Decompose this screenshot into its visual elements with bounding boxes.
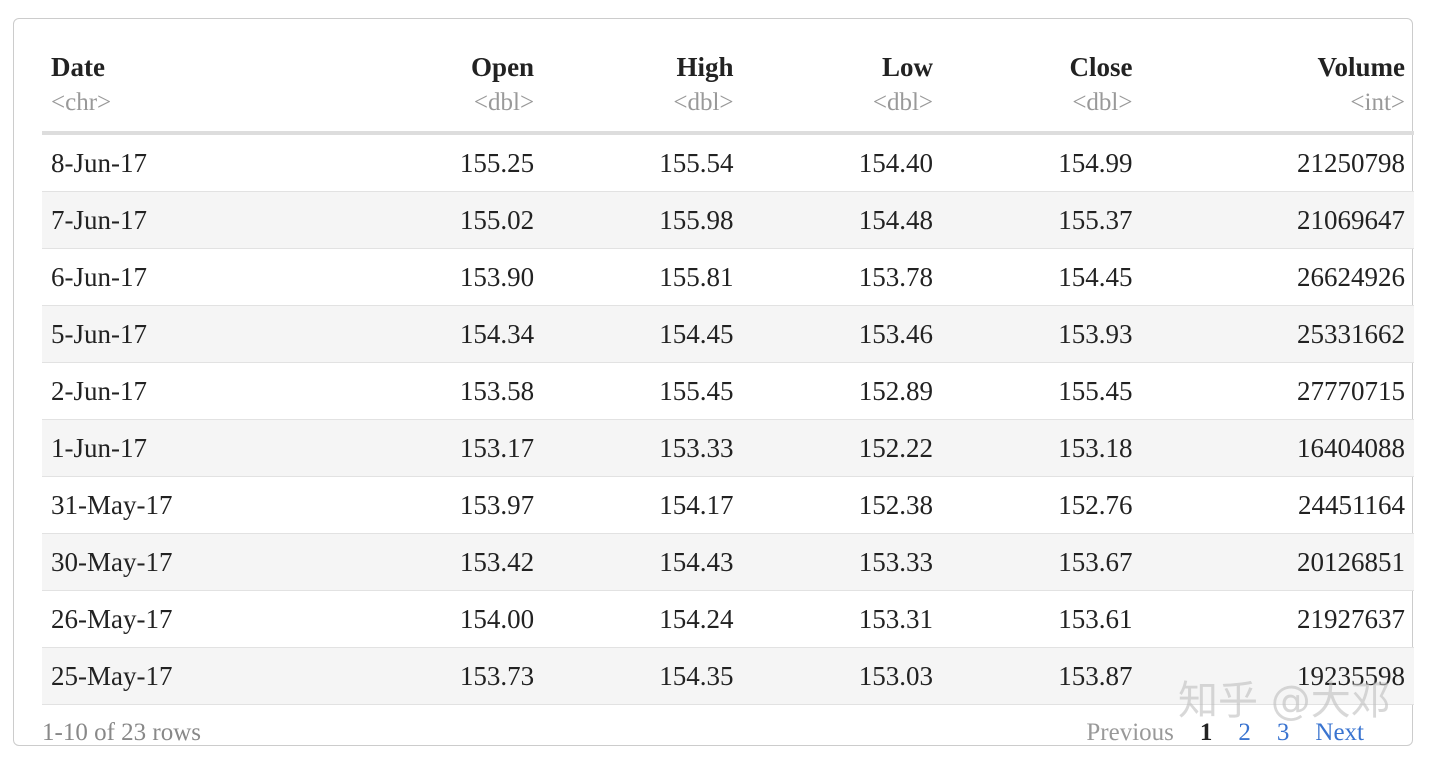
cell-high: 154.35 [543,647,743,705]
cell-low: 153.33 [742,533,943,591]
cell-close: 155.37 [942,191,1142,249]
cell-date: 8-Jun-17 [42,133,344,192]
cell-date: 2-Jun-17 [42,362,344,420]
cell-high: 155.81 [543,248,743,306]
cell-close: 155.45 [942,362,1142,420]
page-2-button[interactable]: 2 [1238,719,1251,747]
column-header-close: Close [1069,52,1133,82]
cell-high: 155.98 [543,191,743,249]
page-1-button[interactable]: 1 [1200,719,1213,747]
cell-date: 31-May-17 [42,476,344,534]
column-header-volume: Volume [1317,52,1405,82]
cell-volume: 20126851 [1141,533,1414,591]
table-row: 8-Jun-17 155.25 155.54 154.40 154.99 21250798 [42,133,1414,192]
cell-date: 5-Jun-17 [42,305,344,363]
cell-low: 153.31 [742,590,943,648]
cell-volume: 19235598 [1141,647,1414,705]
cell-high: 154.45 [543,305,743,363]
table-row: 7-Jun-17 155.02 155.98 154.48 155.37 21069647 [42,191,1414,249]
column-header-low: Low [882,52,934,82]
cell-low: 152.38 [742,476,943,534]
cell-volume: 16404088 [1141,419,1414,477]
cell-open: 155.25 [343,133,544,192]
cell-volume: 21927637 [1141,590,1414,648]
cell-open: 153.97 [343,476,544,534]
cell-high: 155.54 [543,133,743,192]
cell-date: 30-May-17 [42,533,344,591]
table-row: 25-May-17 153.73 154.35 153.03 153.87 1923559… [42,647,1414,705]
column-type-date: <chr> [42,83,344,135]
cell-low: 153.03 [742,647,943,705]
table-row: 31-May-17 153.97 154.17 152.38 152.76 2445116… [42,476,1414,534]
table-row: 5-Jun-17 154.34 154.45 153.46 153.93 25331662 [42,305,1414,363]
column-header-open: Open [471,52,535,82]
cell-close: 153.93 [942,305,1142,363]
cell-open: 153.58 [343,362,544,420]
cell-date: 26-May-17 [42,590,344,648]
previous-button[interactable]: Previous [1086,719,1174,747]
rows-info: 1-10 of 23 rows [42,719,202,746]
cell-open: 155.02 [343,191,544,249]
cell-open: 153.17 [343,419,544,477]
data-table: Date Open High Low Close Volume <chr> <dbl> <db… [42,45,1414,705]
column-type-open: <dbl> [343,83,544,135]
cell-volume: 26624926 [1141,248,1414,306]
cell-high: 153.33 [543,419,743,477]
table-row: 2-Jun-17 153.58 155.45 152.89 155.45 27770715 [42,362,1414,420]
column-type-close: <dbl> [942,83,1142,135]
cell-close: 153.87 [942,647,1142,705]
cell-open: 153.73 [343,647,544,705]
cell-volume: 21250798 [1141,133,1414,192]
column-type-volume: <int> [1141,83,1414,135]
table-row: 6-Jun-17 153.90 155.81 153.78 154.45 26624926 [42,248,1414,306]
table-row: 26-May-17 154.00 154.24 153.31 153.61 2192763… [42,590,1414,648]
cell-low: 152.22 [742,419,943,477]
cell-volume: 27770715 [1141,362,1414,420]
type-row: <chr> <dbl> <dbl> <dbl> <dbl> <int> [42,83,1414,135]
cell-volume: 21069647 [1141,191,1414,249]
cell-close: 154.45 [942,248,1142,306]
cell-open: 153.90 [343,248,544,306]
cell-close: 154.99 [942,133,1142,192]
column-header-date: Date [51,52,105,82]
cell-open: 154.00 [343,590,544,648]
cell-close: 153.67 [942,533,1142,591]
cell-low: 153.46 [742,305,943,363]
cell-high: 154.43 [543,533,743,591]
cell-high: 155.45 [543,362,743,420]
table-container: Date Open High Low Close Volume <chr> <dbl> <db… [13,18,1414,747]
cell-low: 153.78 [742,248,943,306]
header-row: Date Open High Low Close Volume [42,45,1414,83]
cell-open: 153.42 [343,533,544,591]
cell-close: 153.18 [942,419,1142,477]
column-header-high: High [676,52,734,82]
cell-low: 152.89 [742,362,943,420]
pagination: Previous 1 2 3 Next [1060,719,1364,747]
cell-volume: 24451164 [1141,476,1414,534]
page-3-button[interactable]: 3 [1277,719,1290,747]
cell-high: 154.24 [543,590,743,648]
cell-date: 6-Jun-17 [42,248,344,306]
cell-low: 154.48 [742,191,943,249]
cell-volume: 25331662 [1141,305,1414,363]
column-type-high: <dbl> [543,83,743,135]
cell-open: 154.34 [343,305,544,363]
table-row: 30-May-17 153.42 154.43 153.33 153.67 2012685… [42,533,1414,591]
cell-high: 154.17 [543,476,743,534]
cell-date: 7-Jun-17 [42,191,344,249]
cell-close: 152.76 [942,476,1142,534]
cell-low: 154.40 [742,133,943,192]
cell-close: 153.61 [942,590,1142,648]
column-type-low: <dbl> [742,83,943,135]
cell-date: 25-May-17 [42,647,344,705]
next-button[interactable]: Next [1315,719,1364,747]
table-row: 1-Jun-17 153.17 153.33 152.22 153.18 16404088 [42,419,1414,477]
cell-date: 1-Jun-17 [42,419,344,477]
